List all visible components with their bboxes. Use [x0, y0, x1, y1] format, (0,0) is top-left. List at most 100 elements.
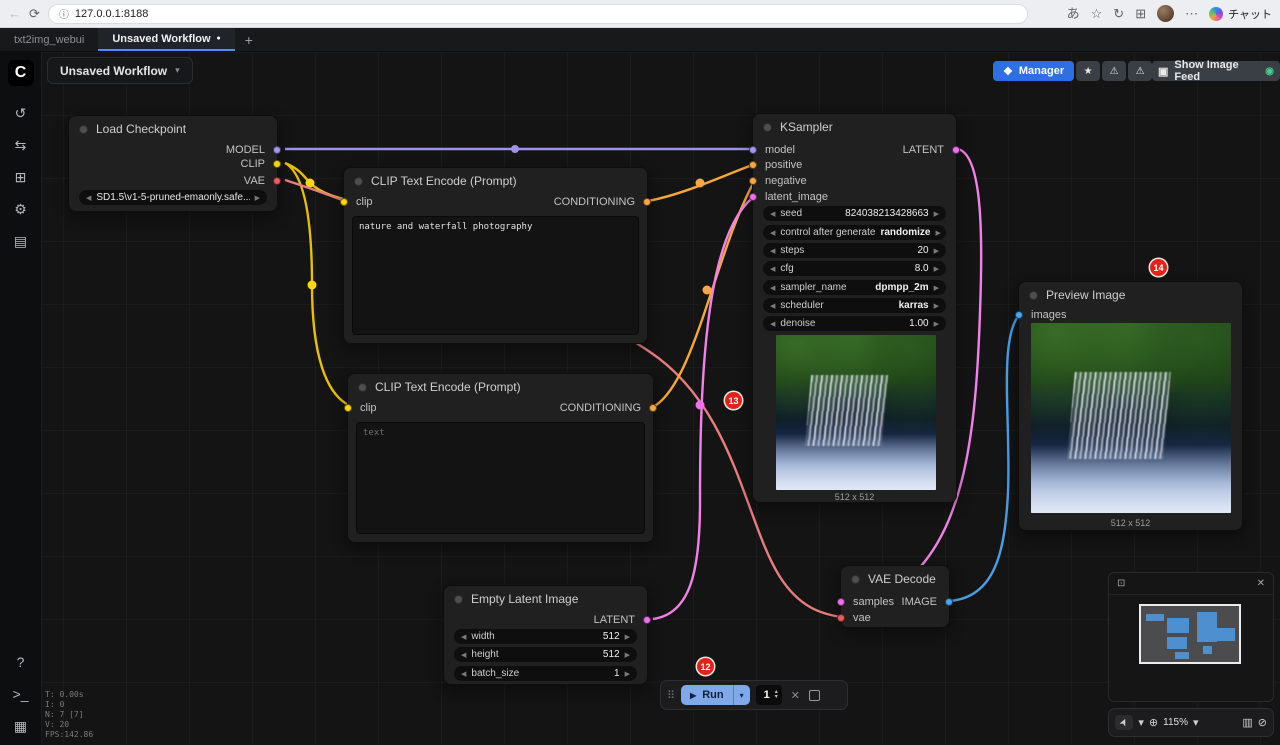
node-header[interactable]: Empty Latent Image — [444, 586, 647, 612]
url-text[interactable]: 127.0.0.1:8188 — [75, 8, 148, 20]
batch-size-widget[interactable]: ◀ batch_size 1 ▶ — [454, 666, 637, 681]
node-header[interactable]: CLIP Text Encode (Prompt) — [344, 168, 647, 194]
node-clip-text-encode-negative[interactable]: CLIP Text Encode (Prompt) clip CONDITION… — [347, 373, 654, 543]
shortcuts-icon[interactable]: ▦ — [8, 713, 34, 739]
model-library-icon[interactable]: ⚙ — [8, 196, 34, 222]
clip-input-pin[interactable] — [340, 198, 348, 206]
pointer-tool-button[interactable]: ➤ — [1115, 715, 1133, 730]
run-options-chevron-icon[interactable]: ▾ — [733, 685, 750, 705]
sampler-name-widget[interactable]: ◀ sampler_name dpmpp_2m ▶ — [763, 280, 946, 295]
show-image-feed-button[interactable]: ▣ Show Image Feed ◉ — [1152, 61, 1280, 81]
minimap-close-icon[interactable]: ✕ — [1257, 578, 1265, 589]
manager-alert-button[interactable]: ⚠ — [1102, 61, 1126, 81]
copilot-chat-button[interactable]: チャット — [1209, 6, 1272, 22]
node-header[interactable]: KSampler — [753, 114, 956, 140]
arrow-right-icon[interactable]: ▶ — [934, 302, 939, 310]
node-header[interactable]: CLIP Text Encode (Prompt) — [348, 374, 653, 400]
conditioning-output-pin[interactable] — [643, 198, 651, 206]
link-visibility-toggle-button[interactable]: ⊘ — [1258, 716, 1267, 729]
latent-output-pin[interactable] — [952, 146, 960, 154]
clear-queue-icon[interactable]: ✕ — [788, 689, 803, 702]
positive-input-pin[interactable] — [749, 161, 757, 169]
arrow-right-icon[interactable]: ▶ — [934, 265, 939, 273]
node-empty-latent-image[interactable]: Empty Latent Image LATENT ◀ width 512 ▶ … — [443, 585, 648, 685]
arrow-right-icon[interactable]: ▶ — [934, 210, 939, 218]
node-header[interactable]: Preview Image — [1019, 282, 1242, 308]
collections-icon[interactable]: ↻ — [1113, 7, 1124, 20]
node-load-checkpoint[interactable]: Load Checkpoint MODEL CLIP VAE ◀ SD1.5\v… — [68, 115, 278, 212]
graph-canvas[interactable]: Load Checkpoint MODEL CLIP VAE ◀ SD1.5\v… — [0, 52, 1280, 745]
minimap-toggle-button[interactable]: ▥ — [1242, 716, 1252, 729]
arrow-right-icon[interactable]: ▶ — [934, 284, 939, 292]
vae-output-pin[interactable] — [273, 177, 281, 185]
comfyui-logo[interactable]: C — [8, 60, 34, 86]
arrow-left-icon[interactable]: ◀ — [461, 633, 466, 641]
manager-button[interactable]: ❖ Manager — [993, 61, 1074, 81]
model-output-pin[interactable] — [273, 146, 281, 154]
workflow-selector[interactable]: Unsaved Workflow ▾ — [47, 57, 193, 84]
arrow-right-icon[interactable]: ▶ — [934, 320, 939, 328]
conditioning-output-pin[interactable] — [649, 404, 657, 412]
node-ksampler[interactable]: KSampler model LATENT positive negative … — [752, 113, 957, 503]
node-header[interactable]: VAE Decode — [841, 566, 949, 592]
clip-output-pin[interactable] — [273, 160, 281, 168]
arrow-right-icon[interactable]: ▶ — [934, 247, 939, 255]
latent-output-pin[interactable] — [643, 616, 651, 624]
arrow-left-icon[interactable]: ◀ — [770, 320, 775, 328]
arrow-right-icon[interactable]: ▶ — [255, 194, 260, 202]
pointer-options-chevron-icon[interactable]: ▾ — [1138, 716, 1144, 729]
split-screen-icon[interactable]: ⊞ — [1135, 7, 1146, 20]
arrow-right-icon[interactable]: ▶ — [625, 651, 630, 659]
collapse-dot[interactable] — [1029, 291, 1038, 300]
arrow-left-icon[interactable]: ◀ — [770, 284, 775, 292]
control-after-generate-widget[interactable]: ◀ control after generate randomize ▶ — [763, 225, 946, 240]
stop-button[interactable] — [809, 690, 820, 701]
queue-icon[interactable]: ▤ — [8, 228, 34, 254]
zoom-chevron-icon[interactable]: ▾ — [1193, 716, 1199, 729]
profile-avatar[interactable] — [1157, 5, 1174, 22]
node-library-icon[interactable]: ⊞ — [8, 164, 34, 190]
collapse-dot[interactable] — [763, 123, 772, 132]
samples-input-pin[interactable] — [837, 598, 845, 606]
terminal-icon[interactable]: >_ — [8, 681, 34, 707]
arrow-left-icon[interactable]: ◀ — [770, 265, 775, 273]
workflow-history-icon[interactable]: ↺ — [8, 100, 34, 126]
arrow-left-icon[interactable]: ◀ — [461, 670, 466, 678]
address-bar[interactable]: ⓘ 127.0.0.1:8188 — [48, 4, 1028, 24]
manager-alert2-button[interactable]: ⚠ — [1128, 61, 1152, 81]
image-output-pin[interactable] — [945, 598, 953, 606]
clip-input-pin[interactable] — [344, 404, 352, 412]
prompt-textarea[interactable] — [356, 422, 645, 534]
batch-count-input[interactable]: 1 ▴ ▾ — [756, 685, 782, 705]
node-preview-image[interactable]: Preview Image images 512 x 512 — [1018, 281, 1243, 531]
arrow-left-icon[interactable]: ◀ — [770, 247, 775, 255]
fit-view-button[interactable]: ⊕ — [1149, 716, 1158, 729]
reload-icon[interactable]: ⟳ — [29, 7, 40, 20]
help-icon[interactable]: ? — [8, 649, 34, 675]
seed-widget[interactable]: ◀ seed 824038213428663 ▶ — [763, 206, 946, 221]
arrow-left-icon[interactable]: ◀ — [770, 302, 775, 310]
site-info-icon[interactable]: ⓘ — [59, 6, 69, 21]
node-vae-decode[interactable]: VAE Decode samples IMAGE vae — [840, 565, 950, 628]
denoise-widget[interactable]: ◀ denoise 1.00 ▶ — [763, 316, 946, 331]
model-input-pin[interactable] — [749, 146, 757, 154]
arrow-right-icon[interactable]: ▶ — [625, 670, 630, 678]
latent-image-input-pin[interactable] — [749, 193, 757, 201]
new-workflow-tab-button[interactable]: + — [235, 28, 263, 51]
node-clip-text-encode-positive[interactable]: CLIP Text Encode (Prompt) clip CONDITION… — [343, 167, 648, 344]
run-button[interactable]: ▶ Run ▾ — [681, 685, 750, 705]
back-icon[interactable]: ← — [8, 7, 21, 20]
cfg-widget[interactable]: ◀ cfg 8.0 ▶ — [763, 261, 946, 276]
negative-input-pin[interactable] — [749, 177, 757, 185]
height-widget[interactable]: ◀ height 512 ▶ — [454, 647, 637, 662]
arrow-left-icon[interactable]: ◀ — [770, 229, 775, 237]
more-menu-icon[interactable]: ⋯ — [1185, 7, 1198, 20]
zoom-level[interactable]: 115% — [1163, 717, 1188, 728]
collapse-dot[interactable] — [354, 177, 363, 186]
width-widget[interactable]: ◀ width 512 ▶ — [454, 629, 637, 644]
collapse-dot[interactable] — [454, 595, 463, 604]
arrow-right-icon[interactable]: ▶ — [625, 633, 630, 641]
arrow-left-icon[interactable]: ◀ — [86, 194, 91, 202]
arrow-right-icon[interactable]: ▶ — [935, 229, 940, 237]
scheduler-widget[interactable]: ◀ scheduler karras ▶ — [763, 298, 946, 313]
